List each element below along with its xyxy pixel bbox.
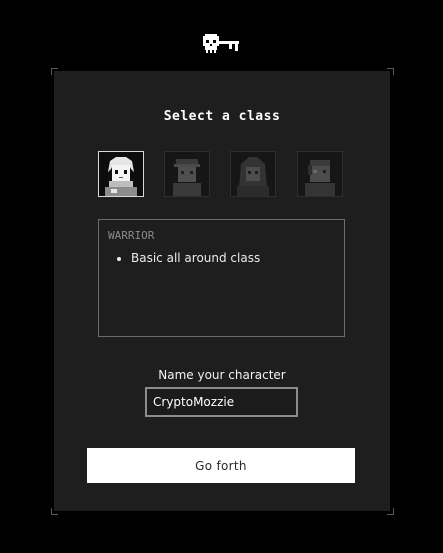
hooded-portrait-icon	[231, 152, 275, 196]
character-name-label: Name your character	[158, 368, 286, 382]
go-forth-button[interactable]: Go forth	[87, 448, 355, 483]
class-portrait-soldier[interactable]	[164, 151, 210, 197]
class-traits-list: Basic all around class	[99, 250, 260, 266]
warrior-portrait-icon	[99, 152, 143, 196]
class-trait-item: Basic all around class	[131, 250, 260, 266]
class-selection-panel: Select a class WARRIOR • Basic all aroun…	[54, 71, 390, 511]
skull-key-icon	[203, 34, 239, 53]
character-name-input[interactable]	[145, 387, 298, 417]
soldier-portrait-icon	[165, 152, 209, 196]
page: Select a class WARRIOR • Basic all aroun…	[0, 0, 443, 553]
panel-title: Select a class	[163, 109, 281, 124]
class-portrait-warrior[interactable]	[98, 151, 144, 197]
class-description-box: WARRIOR Basic all around class	[98, 219, 345, 337]
cyborg-portrait-icon	[298, 152, 342, 196]
class-portrait-cyborg[interactable]	[297, 151, 343, 197]
class-name: WARRIOR	[108, 229, 155, 242]
class-portrait-hooded[interactable]	[230, 151, 276, 197]
